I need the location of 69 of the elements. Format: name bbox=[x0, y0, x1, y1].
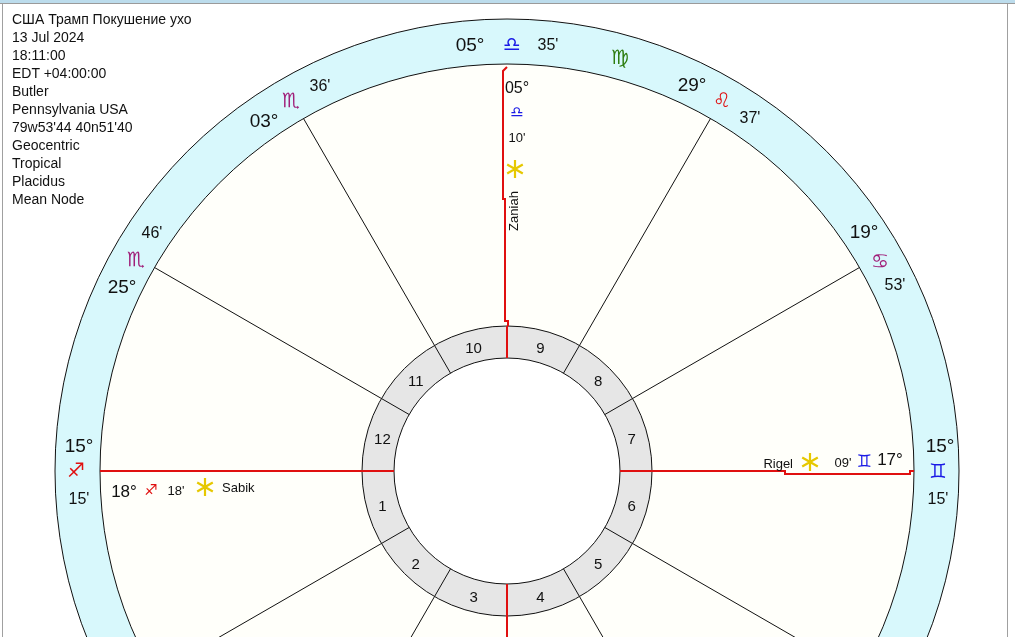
house-number: 4 bbox=[536, 588, 545, 606]
chart-info-line: Placidus bbox=[12, 172, 66, 190]
star-minutes: 18' bbox=[167, 482, 185, 498]
house-number: 3 bbox=[469, 588, 478, 606]
chart-info-line: 79w53'44 40n51'40 bbox=[12, 118, 134, 136]
cusp-minutes: 35' bbox=[537, 35, 559, 53]
house-number: 7 bbox=[627, 430, 636, 448]
zodiac-sign: ♍ bbox=[611, 45, 629, 69]
chart-info-line: Tropical bbox=[12, 154, 63, 172]
house-divider-line bbox=[604, 527, 634, 544]
cusp-degree: 05° bbox=[455, 33, 485, 55]
zodiac-sign: ♊ bbox=[929, 459, 947, 483]
chart-info-line: 13 Jul 2024 bbox=[12, 28, 86, 46]
zodiac-sign: ♏ bbox=[282, 88, 300, 112]
zodiac-sign: ♐ bbox=[67, 458, 85, 482]
house-divider-line bbox=[563, 344, 580, 374]
chart-info-line: Pennsylvania USA bbox=[12, 100, 129, 118]
cusp-minutes: 36' bbox=[309, 76, 331, 94]
house-divider-line bbox=[604, 398, 634, 415]
zodiac-sign: ♎ bbox=[503, 32, 521, 56]
star-name: Zaniah bbox=[505, 191, 521, 231]
house-divider-line bbox=[434, 568, 451, 598]
cusp-degree: 15° bbox=[925, 434, 955, 456]
house-number: 6 bbox=[627, 496, 636, 514]
house-divider-line bbox=[434, 344, 451, 374]
cusp-degree: 29° bbox=[677, 73, 707, 95]
star-minutes: 10' bbox=[508, 129, 526, 145]
chart-info-line: США Трамп Покушение ухо bbox=[12, 10, 192, 28]
cusp-minutes: 53' bbox=[884, 275, 906, 293]
star-name: Rigel bbox=[763, 455, 793, 471]
zodiac-sign: ♏ bbox=[127, 247, 145, 271]
cusp-minutes: 15' bbox=[68, 489, 90, 507]
star-degree: 17° bbox=[877, 449, 903, 469]
cusp-degree: 25° bbox=[107, 275, 137, 297]
star-icon bbox=[196, 476, 214, 498]
zodiac-sign: ♎ bbox=[510, 103, 524, 121]
house-number: 11 bbox=[408, 372, 424, 390]
cusp-degree: 03° bbox=[249, 109, 279, 131]
chart-info-line: 18:11:00 bbox=[12, 46, 67, 64]
chart-info-line: Mean Node bbox=[12, 190, 86, 208]
star-minutes: 09' bbox=[834, 454, 852, 470]
house-divider-line bbox=[380, 398, 410, 415]
star-name: Sabik bbox=[222, 479, 255, 495]
house-divider-line bbox=[506, 325, 508, 359]
chart-info-line: Butler bbox=[12, 82, 50, 100]
house-number: 1 bbox=[378, 496, 387, 514]
star-icon bbox=[506, 158, 524, 180]
house-number: 9 bbox=[536, 338, 545, 356]
cusp-minutes: 15' bbox=[927, 489, 949, 507]
chart-info-line: EDT +04:00:00 bbox=[12, 64, 108, 82]
zodiac-sign: ♐ bbox=[144, 481, 158, 499]
zodiac-sign: ♋ bbox=[871, 249, 889, 273]
star-degree: 05° bbox=[504, 78, 530, 96]
cusp-degree: 19° bbox=[849, 220, 879, 242]
chart-info-line: Geocentric bbox=[12, 136, 81, 154]
house-number: 5 bbox=[594, 554, 603, 572]
house-divider-line bbox=[380, 527, 410, 544]
star-degree: 18° bbox=[111, 481, 137, 501]
house-number: 2 bbox=[411, 554, 420, 572]
star-icon bbox=[801, 451, 819, 473]
cusp-degree: 15° bbox=[64, 434, 94, 456]
cusp-minutes: 37' bbox=[739, 108, 761, 126]
house-divider-line bbox=[563, 568, 580, 598]
house-number: 8 bbox=[594, 372, 603, 390]
zodiac-sign: ♌ bbox=[713, 88, 731, 112]
zodiac-sign: ♊ bbox=[856, 451, 872, 471]
house-number: 12 bbox=[374, 430, 391, 448]
house-number: 10 bbox=[465, 338, 482, 356]
cusp-minutes: 46' bbox=[141, 223, 163, 241]
